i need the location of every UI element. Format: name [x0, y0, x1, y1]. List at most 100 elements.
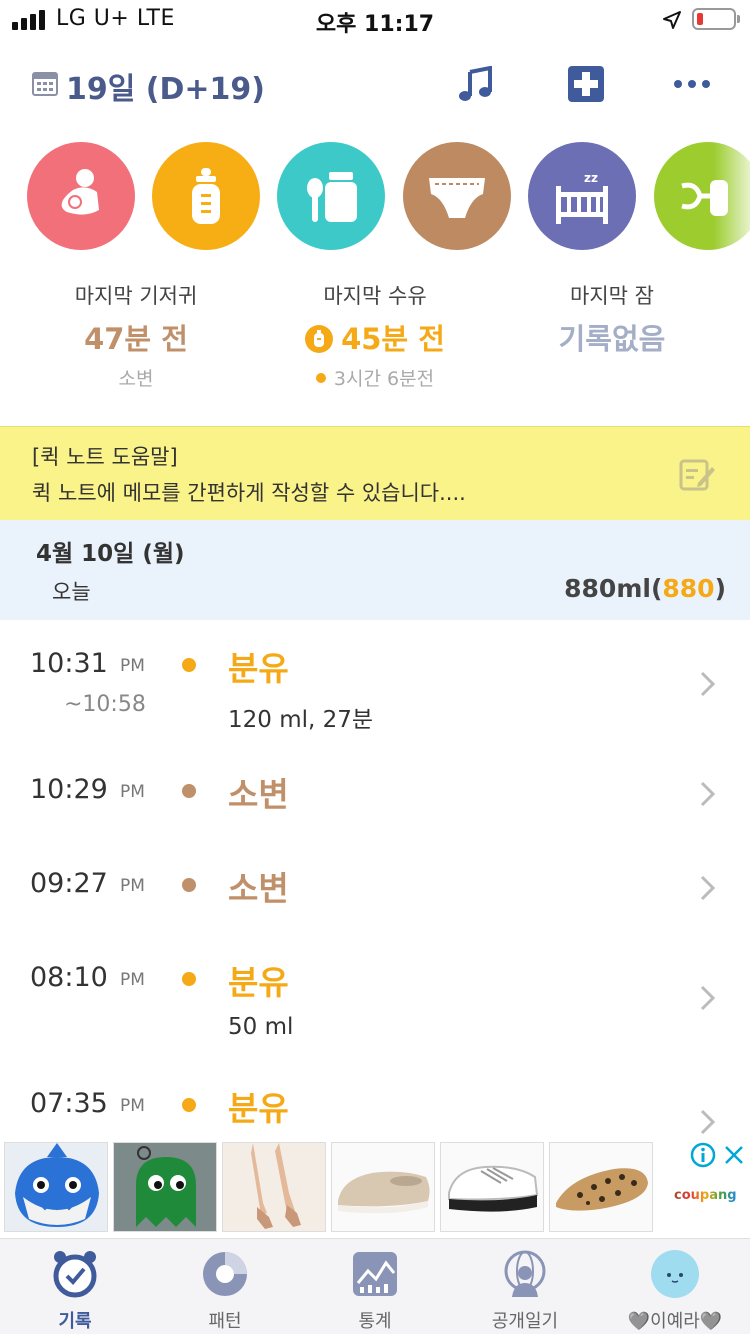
top-header: 19일 (D+19) — [0, 50, 750, 120]
chevron-right-icon — [700, 985, 716, 1011]
daily-total-amount: 880ml( — [564, 574, 663, 603]
tab-public-diary-label: 공개일기 — [491, 1311, 559, 1332]
ad-info-icon[interactable] — [690, 1142, 716, 1168]
bottom-tab-bar: 기록 패턴 통계 공개일기 🩶이예라🩶 — [0, 1238, 750, 1334]
record-detail: 50 ml — [228, 1014, 294, 1040]
tab-stats[interactable]: 통계 — [300, 1239, 450, 1334]
breastfeed-icon — [61, 169, 99, 215]
pumping-button[interactable] — [654, 142, 750, 250]
bottle-button[interactable] — [152, 142, 260, 250]
music-button[interactable] — [456, 64, 496, 104]
sleep-button[interactable]: zz — [528, 142, 636, 250]
urine-dot-icon — [182, 784, 196, 798]
tab-profile-label: 🩶이예라🩶 — [627, 1311, 723, 1332]
record-detail: 120 ml, 27분 — [228, 707, 374, 733]
summary-sleep[interactable]: 마지막 잠 기록없음 — [487, 280, 737, 364]
quick-entry-row: zz — [0, 142, 750, 254]
summary-diaper-sub: 소변 — [118, 368, 154, 390]
chevron-right-icon — [700, 1109, 716, 1135]
diaper-button[interactable] — [403, 142, 511, 250]
diaper-icon — [429, 178, 485, 218]
summary-diaper[interactable]: 마지막 기저귀 47분 전 소변 — [11, 280, 261, 391]
summary-diaper-label: 마지막 기저귀 — [74, 284, 198, 308]
tab-pattern[interactable]: 패턴 — [150, 1239, 300, 1334]
record-time: 07:35 — [30, 1088, 108, 1119]
medical-plus-icon — [568, 66, 604, 102]
globe-person-icon — [504, 1250, 546, 1297]
record-row[interactable]: 07:35 PM 분유 — [0, 1062, 750, 1138]
ad-product-sneakers[interactable] — [440, 1142, 544, 1232]
daily-total: 880ml(880) — [564, 574, 726, 603]
music-icon — [459, 66, 492, 101]
baby-food-icon — [307, 172, 357, 222]
date-section-header: 4월 10일 (월) 오늘 880ml(880) — [0, 520, 750, 620]
baby-food-button[interactable] — [277, 142, 385, 250]
chart-icon — [353, 1252, 397, 1296]
tab-record[interactable]: 기록 — [0, 1239, 150, 1334]
summary-feeding[interactable]: 마지막 수유 45분 전 3시간 6분전 — [250, 280, 500, 391]
record-time: 10:29 — [30, 774, 108, 805]
ad-product-shark-bag[interactable] — [4, 1142, 108, 1232]
record-ampm: PM — [120, 876, 145, 896]
feeding-dot-icon — [315, 372, 326, 383]
record-title: 분유 — [228, 649, 289, 688]
crib-sleep-icon: zz — [556, 171, 608, 224]
record-ampm: PM — [120, 970, 145, 990]
status-bar: LG U+ LTE 오후 11:17 — [0, 0, 750, 44]
record-title: 분유 — [228, 1089, 289, 1128]
daily-total-suffix: ) — [714, 574, 726, 603]
tab-stats-label: 통계 — [358, 1311, 392, 1332]
record-ampm: PM — [120, 782, 145, 802]
today-label: 오늘 — [52, 580, 91, 604]
summary-diaper-value: 47분 전 — [84, 322, 188, 356]
more-icon — [674, 80, 710, 88]
daily-total-formula: 880 — [662, 574, 715, 603]
record-row[interactable]: 10:29 PM 소변 — [0, 748, 750, 838]
day-counter[interactable]: 19일 (D+19) — [66, 64, 265, 108]
summary-sleep-value: 기록없음 — [558, 322, 666, 356]
calendar-icon[interactable] — [32, 70, 58, 96]
chevron-right-icon — [700, 671, 716, 697]
last-activity-summary: 마지막 기저귀 47분 전 소변 마지막 수유 45분 전 3시간 6분전 마지… — [0, 280, 750, 410]
chevron-right-icon — [700, 875, 716, 901]
formula-dot-icon — [182, 972, 196, 986]
formula-dot-icon — [182, 658, 196, 672]
ad-product-heels[interactable] — [222, 1142, 326, 1232]
summary-feeding-label: 마지막 수유 — [323, 284, 427, 308]
alarm-clock-icon — [53, 1251, 97, 1298]
ad-brand-logo: coupang — [674, 1188, 737, 1203]
formula-dot-icon — [182, 1098, 196, 1112]
section-date: 4월 10일 (월) — [36, 541, 185, 567]
svg-text:zz: zz — [584, 171, 598, 185]
quick-note-banner[interactable]: [퀵 노트 도움말] 퀵 노트에 메모를 간편하게 작성할 수 있습니다.... — [0, 426, 750, 520]
ad-close-icon[interactable] — [722, 1142, 746, 1168]
quick-note-body: 퀵 노트에 메모를 간편하게 작성할 수 있습니다.... — [32, 481, 466, 505]
record-title: 소변 — [228, 869, 289, 908]
record-row[interactable]: 08:10 PM 분유 50 ml — [0, 936, 750, 1060]
more-button[interactable] — [672, 64, 712, 104]
tab-record-label: 기록 — [58, 1311, 92, 1332]
tab-public-diary[interactable]: 공개일기 — [450, 1239, 600, 1334]
record-row[interactable]: 10:31 PM ~10:58 분유 120 ml, 27분 — [0, 620, 750, 744]
record-ampm: PM — [120, 1096, 145, 1116]
clock: 오후 11:17 — [315, 12, 435, 37]
baby-face-icon — [651, 1250, 699, 1298]
tab-profile[interactable]: 🩶이예라🩶 — [600, 1239, 750, 1334]
ad-product-leopard-flats[interactable] — [549, 1142, 653, 1232]
breast-pump-icon — [681, 180, 728, 216]
record-title: 소변 — [228, 775, 289, 814]
edit-note-icon[interactable] — [678, 455, 716, 493]
record-time: 10:31 — [30, 648, 108, 679]
summary-feeding-value: 45분 전 — [341, 322, 445, 356]
medical-button[interactable] — [566, 64, 606, 104]
record-end-time: ~10:58 — [64, 692, 146, 717]
record-row[interactable]: 09:27 PM 소변 — [0, 842, 750, 932]
breastfeed-button[interactable] — [27, 142, 135, 250]
ad-banner[interactable]: coupang — [0, 1138, 750, 1236]
battery-icon — [692, 8, 740, 30]
urine-dot-icon — [182, 878, 196, 892]
pattern-dial-icon — [203, 1252, 247, 1296]
ad-product-slip-on[interactable] — [331, 1142, 435, 1232]
summary-sleep-label: 마지막 잠 — [570, 284, 654, 308]
ad-product-green-pouch[interactable] — [113, 1142, 217, 1232]
